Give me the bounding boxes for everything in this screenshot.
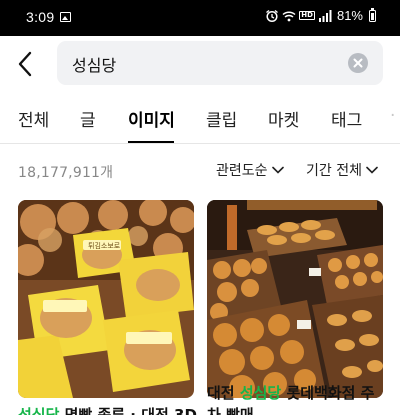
category-tabs: 전체 글 이미지 클립 마켓 태그 · <box>0 100 400 144</box>
tab-images[interactable]: 이미지 <box>128 106 175 131</box>
period-dropdown-label: 기간 전체 <box>306 163 362 179</box>
result-caption-1[interactable]: 성심당 명빵 종류 · 대전 3D <box>18 404 197 415</box>
result-image-2[interactable] <box>207 200 383 398</box>
sort-dropdown-label: 관련도순 <box>216 163 268 179</box>
result-image-1[interactable]: 튀김소보로 <box>18 200 194 398</box>
tab-all[interactable]: 전체 <box>18 106 49 131</box>
status-bar: 3:09 HD 81% <box>0 0 400 36</box>
chevron-down-icon <box>271 166 284 174</box>
bread-photo-2 <box>207 200 383 398</box>
tab-posts[interactable]: 글 <box>80 106 96 131</box>
bread-wrapper-label: 튀김소보로 <box>88 242 121 250</box>
active-tab-indicator <box>128 141 174 143</box>
caption-line-2: 차 빵매 <box>207 406 254 415</box>
search-box[interactable]: 성심당 <box>57 41 383 85</box>
result-caption-2[interactable]: 대전 성심당 롯데백화점 주 차 빵매 <box>207 382 374 415</box>
sort-dropdown[interactable]: 관련도순 <box>216 160 284 180</box>
tab-market[interactable]: 마켓 <box>268 106 299 131</box>
caption-highlight: 성심당 <box>18 406 60 415</box>
back-button[interactable] <box>14 48 38 80</box>
caption-text: 롯데백화점 주 <box>281 384 375 402</box>
period-dropdown[interactable]: 기간 전체 <box>306 160 378 180</box>
close-icon <box>353 58 363 68</box>
result-count: 18,177,911개 <box>18 165 114 181</box>
gallery-notification-icon <box>60 12 71 22</box>
search-input[interactable]: 성심당 <box>72 52 116 76</box>
caption-highlight: 성심당 <box>239 384 282 402</box>
caption-prefix: 대전 <box>207 384 240 402</box>
tab-clips[interactable]: 클립 <box>206 106 237 131</box>
clear-search-button[interactable] <box>348 53 368 73</box>
tab-overflow-fade: · <box>390 106 396 126</box>
alarm-icon <box>266 9 279 22</box>
chevron-down-icon <box>366 166 378 174</box>
caption-text: 명빵 종류 · 대전 3D <box>59 406 197 415</box>
chevron-left-icon <box>18 51 32 77</box>
bread-photo-1: 튀김소보로 <box>18 200 194 398</box>
tab-tags[interactable]: 태그 <box>331 106 362 131</box>
wifi-icon <box>282 10 296 21</box>
signal-icon <box>318 9 332 22</box>
hd-voice-icon: HD <box>299 11 315 20</box>
status-icons: HD 81% <box>265 7 376 23</box>
battery-icon <box>369 7 376 22</box>
status-time: 3:09 <box>26 9 55 25</box>
battery-percent: 81% <box>336 8 363 23</box>
